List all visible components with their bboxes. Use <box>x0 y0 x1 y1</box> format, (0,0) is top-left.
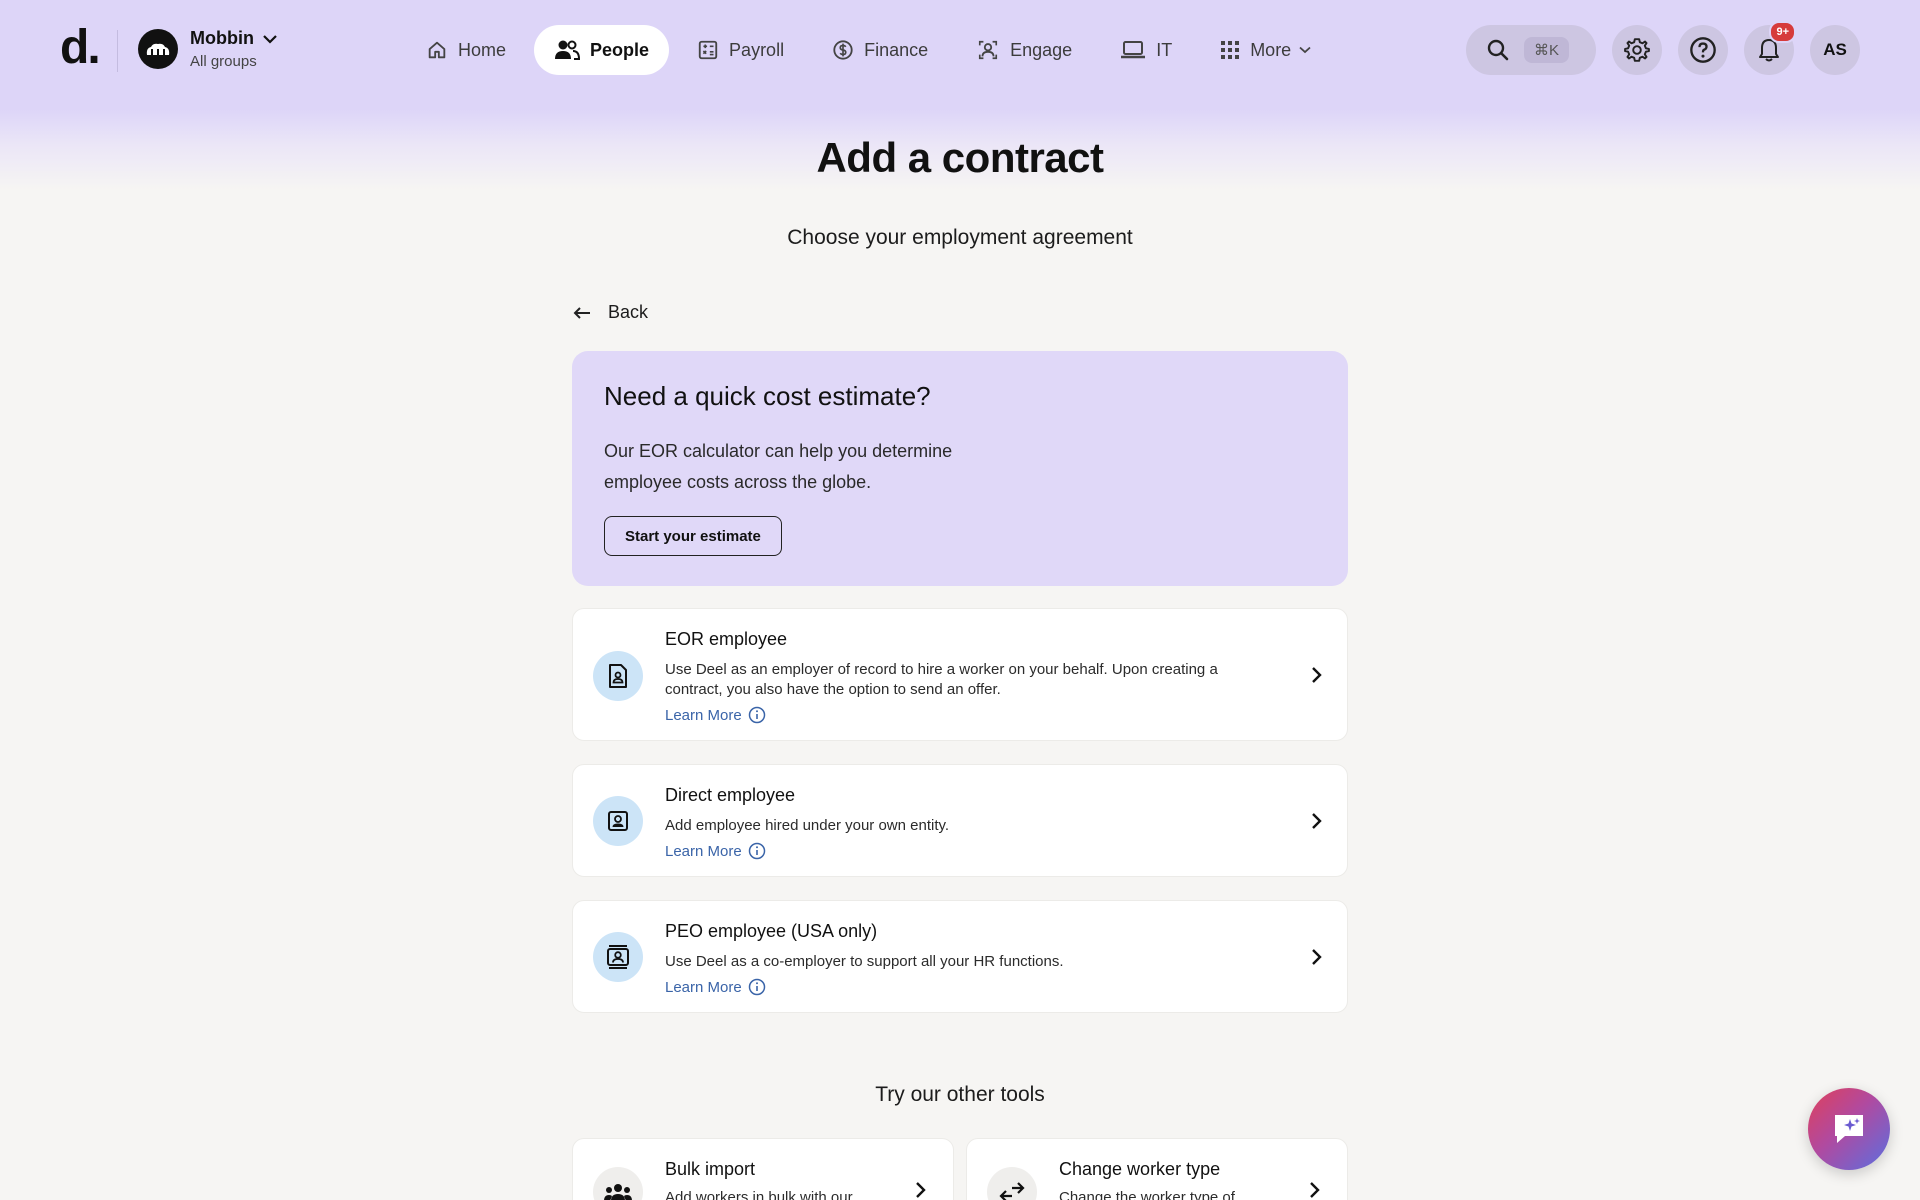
nav-it[interactable]: IT <box>1100 25 1192 75</box>
cost-estimate-banner: Need a quick cost estimate? Our EOR calc… <box>572 351 1348 586</box>
other-tools-title: Try our other tools <box>875 1083 1045 1106</box>
learn-more-link[interactable]: Learn More <box>665 978 766 996</box>
calculator-icon <box>698 40 718 60</box>
option-title: Direct employee <box>665 785 796 805</box>
option-title: PEO employee (USA only) <box>665 921 878 941</box>
tool-title: Change worker type <box>1059 1159 1221 1179</box>
option-description: Use Deel as an employer of record to hir… <box>665 661 1218 698</box>
nav-home[interactable]: Home <box>406 25 526 75</box>
option-icon <box>593 932 643 982</box>
chevron-down-icon <box>263 34 277 44</box>
notifications-button[interactable]: 9+ <box>1744 21 1796 75</box>
tool-icon <box>593 1167 643 1200</box>
nav-engage[interactable]: Engage <box>956 25 1092 75</box>
deel-logo[interactable]: d. <box>60 20 101 75</box>
page-subtitle: Choose your employment agreement <box>787 226 1133 249</box>
nav-payroll[interactable]: Payroll <box>677 25 804 75</box>
chevron-right-icon <box>1310 1182 1320 1198</box>
tool-bulk-import[interactable]: Bulk import Add workers in bulk with our <box>572 1138 954 1200</box>
arrow-left-icon <box>573 306 590 319</box>
ai-assistant-button[interactable] <box>1808 1088 1890 1170</box>
chevron-down-icon <box>1299 46 1311 54</box>
option-direct-employee[interactable]: Direct employee Add employee hired under… <box>572 764 1348 877</box>
chat-sparkle-icon <box>1835 1115 1863 1143</box>
org-name-label: Mobbin <box>190 28 254 48</box>
search-button[interactable]: ⌘K <box>1466 25 1596 75</box>
option-icon <box>593 651 643 701</box>
learn-more-label: Learn More <box>665 842 742 860</box>
back-label: Back <box>608 302 649 322</box>
option-peo-employee[interactable]: PEO employee (USA only) Use Deel as a co… <box>572 900 1348 1013</box>
tool-title: Bulk import <box>665 1159 756 1179</box>
home-icon <box>428 41 446 59</box>
nav-home-label: Home <box>458 39 507 60</box>
document-person-icon <box>609 664 627 688</box>
nav-it-label: IT <box>1156 39 1173 60</box>
grid-icon <box>1221 41 1240 59</box>
nav-engage-label: Engage <box>1010 39 1073 60</box>
header-tools: ⌘K 9+ AS <box>1466 21 1860 75</box>
gear-icon <box>1624 38 1650 62</box>
back-button[interactable]: Back <box>572 302 648 323</box>
option-icon <box>593 796 643 846</box>
nav-finance-label: Finance <box>864 39 929 60</box>
learn-more-link[interactable]: Learn More <box>665 842 766 860</box>
help-icon <box>1690 37 1716 63</box>
option-title: EOR employee <box>665 629 788 649</box>
chevron-right-icon <box>1312 949 1322 965</box>
notifications-badge: 9+ <box>1769 21 1796 43</box>
learn-more-label: Learn More <box>665 706 742 724</box>
contact-card-icon <box>607 945 629 969</box>
option-description: Add employee hired under your own entity… <box>665 817 950 834</box>
people-icon <box>555 40 581 60</box>
org-name: Mobbin <box>190 28 278 49</box>
swap-arrows-icon <box>999 1182 1025 1200</box>
info-icon <box>748 978 765 996</box>
chevron-right-icon <box>1312 813 1322 829</box>
tool-description: Add workers in bulk with our <box>665 1189 853 1200</box>
learn-more-label: Learn More <box>665 978 742 996</box>
learn-more-link[interactable]: Learn More <box>665 706 766 724</box>
settings-button[interactable] <box>1612 25 1662 75</box>
nav-finance[interactable]: Finance <box>812 25 948 75</box>
cloud-logo-icon <box>146 43 170 55</box>
nav-more-label: More <box>1250 39 1292 60</box>
top-header: d. Mobbin All groups Home People Payroll… <box>0 0 1920 100</box>
search-shortcut: ⌘K <box>1524 37 1570 63</box>
org-subtitle: All groups <box>190 53 257 70</box>
nav-people[interactable]: People <box>534 25 670 75</box>
nav-more[interactable]: More <box>1200 25 1331 75</box>
main-nav: Home People Payroll Finance Engage IT Mo… <box>406 25 1339 75</box>
info-icon <box>748 842 765 860</box>
nav-payroll-label: Payroll <box>729 39 785 60</box>
search-icon <box>1487 39 1509 61</box>
help-button[interactable] <box>1678 25 1728 75</box>
tool-change-worker-type[interactable]: Change worker type Change the worker typ… <box>966 1138 1348 1200</box>
start-estimate-button[interactable]: Start your estimate <box>604 516 782 556</box>
tool-description: Change the worker type of <box>1059 1189 1235 1200</box>
header-divider <box>117 30 118 72</box>
info-icon <box>748 706 765 724</box>
option-description: Use Deel as a co-employer to support all… <box>665 953 1064 970</box>
dollar-icon <box>833 40 853 60</box>
chevron-right-icon <box>1312 667 1322 683</box>
nav-people-label: People <box>590 39 650 60</box>
estimate-title: Need a quick cost estimate? <box>604 381 931 411</box>
user-avatar[interactable]: AS <box>1810 25 1860 75</box>
org-switcher[interactable]: Mobbin All groups <box>138 28 278 70</box>
chevron-right-icon <box>916 1182 926 1198</box>
group-icon <box>604 1184 632 1200</box>
laptop-icon <box>1121 41 1146 59</box>
page-title: Add a contract <box>816 134 1104 181</box>
estimate-body: Our EOR calculator can help you determin… <box>604 441 953 492</box>
org-avatar <box>138 29 178 69</box>
engage-icon <box>979 40 998 60</box>
id-card-icon <box>608 811 628 831</box>
tool-icon <box>987 1167 1037 1200</box>
option-eor-employee[interactable]: EOR employee Use Deel as an employer of … <box>572 608 1348 741</box>
